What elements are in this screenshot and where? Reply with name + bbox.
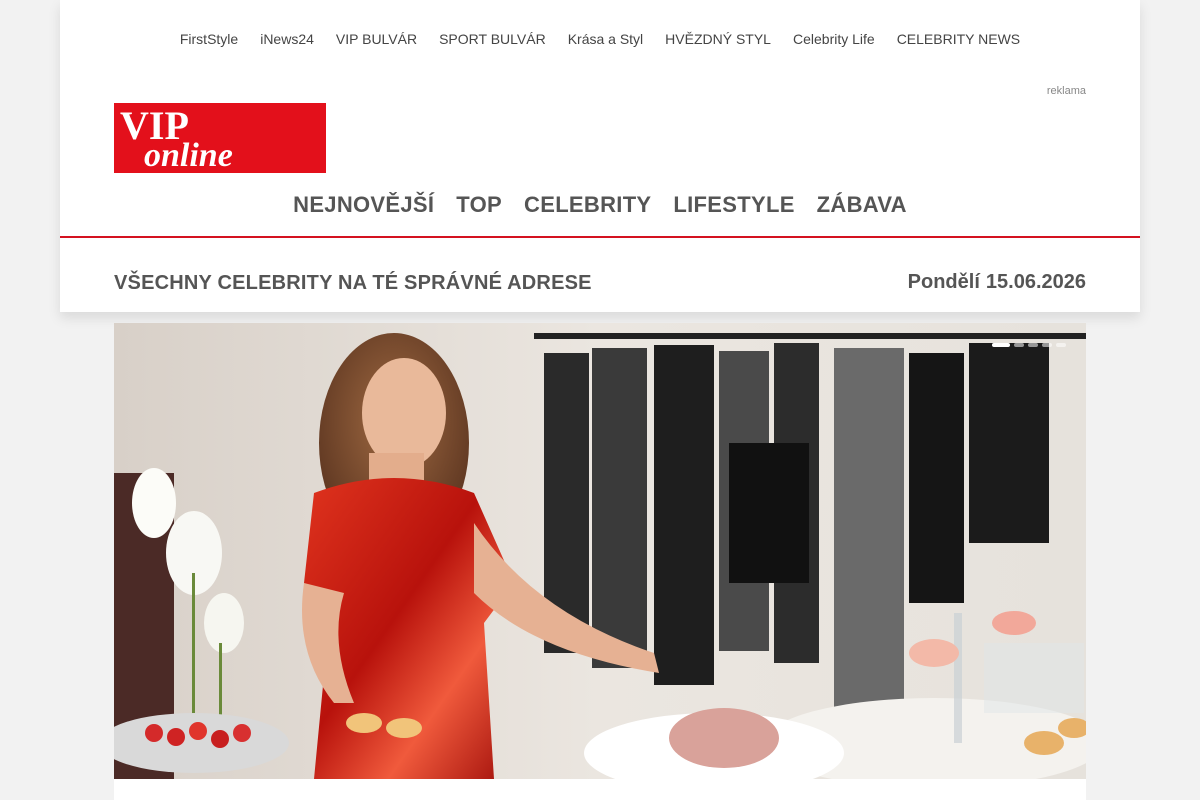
partner-link-vip-bulvar[interactable]: VIP BULVÁR <box>336 30 417 48</box>
ad-label: reklama <box>1046 85 1086 97</box>
featured-caption-card[interactable] <box>114 779 1086 800</box>
nav-item-nejnovejsi[interactable]: NEJNOVĚJŠÍ <box>293 190 434 220</box>
slider-dot-3[interactable] <box>1028 343 1038 347</box>
nav-item-zabava[interactable]: ZÁBAVA <box>817 190 907 220</box>
date-weekday: Pondělí <box>907 271 980 293</box>
partner-link-firststyle[interactable]: FirstStyle <box>180 30 238 48</box>
partner-link-sport-bulvar[interactable]: SPORT BULVÁR <box>439 30 546 48</box>
main-nav: NEJNOVĚJŠÍ TOP CELEBRITY LIFESTYLE ZÁBAV… <box>60 190 1140 220</box>
slider-dot-2[interactable] <box>1014 343 1024 347</box>
nav-item-lifestyle[interactable]: LIFESTYLE <box>673 190 794 220</box>
slider-dot-4[interactable] <box>1042 343 1052 347</box>
partner-link-inews24[interactable]: iNews24 <box>260 30 314 48</box>
site-header: FirstStyle iNews24 VIP BULVÁR SPORT BULV… <box>60 0 1140 312</box>
current-date: Pondělí 15.06.2026 <box>908 271 1086 294</box>
partner-link-celebrity-life[interactable]: Celebrity Life <box>793 30 875 48</box>
header-divider <box>60 236 1140 238</box>
partner-link-krasa-a-styl[interactable]: Krása a Styl <box>568 30 643 48</box>
nav-item-celebrity[interactable]: CELEBRITY <box>524 190 651 220</box>
date-value: 15.06.2026 <box>985 271 1086 293</box>
featured-slider[interactable] <box>114 323 1086 779</box>
nav-item-top[interactable]: TOP <box>456 190 502 220</box>
partner-link-celebrity-news[interactable]: CELEBRITY NEWS <box>897 30 1020 48</box>
slider-dot-5[interactable] <box>1056 343 1066 347</box>
slider-dot-1[interactable] <box>992 343 1010 347</box>
site-tagline: VŠECHNY CELEBRITY NA TÉ SPRÁVNÉ ADRESE <box>114 272 592 294</box>
partner-links-nav: FirstStyle iNews24 VIP BULVÁR SPORT BULV… <box>60 30 1140 48</box>
slider-pagination <box>992 343 1066 347</box>
vip-online-logo: VIP online <box>114 103 326 173</box>
svg-text:online: online <box>144 137 233 173</box>
partner-link-hvezdny-styl[interactable]: HVĚZDNÝ STYL <box>665 30 771 48</box>
page: FirstStyle iNews24 VIP BULVÁR SPORT BULV… <box>60 0 1140 800</box>
site-logo[interactable]: VIP online <box>114 103 326 173</box>
featured-slide-image <box>114 323 1086 779</box>
